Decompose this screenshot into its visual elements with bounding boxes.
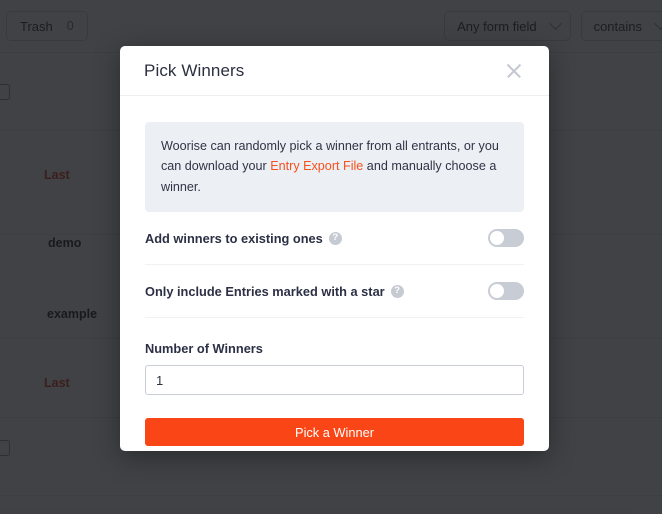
- modal-body: Woorise can randomly pick a winner from …: [120, 96, 549, 447]
- toggle-label-add-winners: Add winners to existing ones: [145, 230, 323, 246]
- toggle-row-starred-only: Only include Entries marked with a star …: [145, 265, 524, 319]
- toggle-row-add-winners: Add winners to existing ones ?: [145, 212, 524, 266]
- toggle-knob: [490, 284, 504, 299]
- toggle-add-winners[interactable]: [488, 229, 524, 248]
- help-icon[interactable]: ?: [390, 284, 404, 298]
- toggle-label-starred-only: Only include Entries marked with a star: [145, 283, 385, 299]
- toggle-starred-only[interactable]: [488, 282, 524, 301]
- pick-winners-modal: Pick Winners Woorise can randomly pick a…: [120, 46, 549, 451]
- modal-header: Pick Winners: [120, 46, 549, 96]
- close-icon[interactable]: [503, 60, 525, 82]
- info-banner: Woorise can randomly pick a winner from …: [145, 122, 524, 213]
- entry-export-file-link[interactable]: Entry Export File: [270, 159, 363, 173]
- toggle-knob: [490, 231, 504, 246]
- pick-a-winner-button[interactable]: Pick a Winner: [145, 418, 524, 447]
- help-icon[interactable]: ?: [328, 231, 342, 245]
- toggle-label-group: Only include Entries marked with a star …: [145, 284, 404, 299]
- modal-title: Pick Winners: [144, 60, 245, 80]
- toggle-label-group: Add winners to existing ones ?: [145, 231, 342, 246]
- number-of-winners-label: Number of Winners: [145, 341, 263, 357]
- number-of-winners-input[interactable]: [145, 365, 524, 396]
